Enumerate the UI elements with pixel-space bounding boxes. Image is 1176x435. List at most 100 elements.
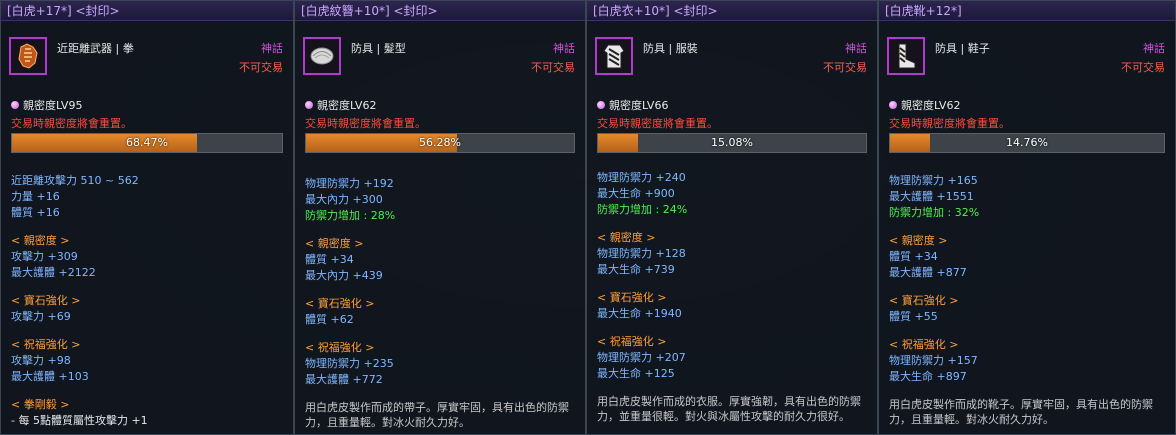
progress-text: 56.28%	[419, 136, 461, 149]
intimacy-icon	[305, 101, 313, 109]
base-stat: 物理防禦力 +165	[889, 174, 978, 187]
section-stat: 體質 +34	[305, 253, 354, 266]
section-header: < 拳剛毅 >	[11, 398, 70, 411]
item-tooltip-hairpiece: [白虎紋簪+10*] <封印> 防具 | 髮型 神話 不可交易 親密度LV62 …	[294, 0, 586, 435]
item-title: [白虎紋簪+10*] <封印>	[295, 1, 585, 21]
section-stat: 最大生命 +1940	[597, 307, 682, 320]
section-header: < 寶石強化 >	[889, 294, 959, 307]
item-description: 用白虎皮製作而成的靴子。厚實牢固，具有出色的防禦力，且重量輕。對冰火耐久力好。	[889, 398, 1153, 426]
section-stat: 物理防禦力 +157	[889, 354, 978, 367]
trade-status: 不可交易	[239, 61, 283, 74]
intimacy-text: 親密度LV66	[609, 99, 669, 112]
trade-status: 不可交易	[1121, 61, 1165, 74]
base-stat: 最大生命 +900	[597, 187, 675, 200]
item-type: 防具 | 服裝	[643, 42, 698, 55]
base-stat: 最大護體 +1551	[889, 190, 974, 203]
section-header: < 寶石強化 >	[305, 297, 375, 310]
section-stat: 最大護體 +2122	[11, 266, 96, 279]
section-stat: 最大護體 +103	[11, 370, 89, 383]
section-stat: 最大護體 +877	[889, 266, 967, 279]
progress-text: 14.76%	[1006, 136, 1048, 149]
item-description: 用白虎皮製作而成的衣服。厚實強韌，具有出色的防禦力，並重量很輕。對火與冰屬性攻擊…	[597, 395, 861, 423]
section-header: < 祝福強化 >	[11, 338, 81, 351]
intimacy-level: 親密度LV62	[305, 97, 376, 113]
section-stat: - 每 5點體質屬性攻擊力 +1	[11, 414, 148, 427]
section-stat: 最大生命 +897	[889, 370, 967, 383]
intimacy-icon	[889, 101, 897, 109]
defense-bonus: 防禦力增加 : 32%	[889, 206, 980, 219]
robe-armor-icon[interactable]	[595, 37, 633, 75]
section-header: < 祝福強化 >	[889, 338, 959, 351]
progress-text: 15.08%	[711, 136, 753, 149]
intimacy-progress-bar: 14.76%	[889, 133, 1165, 153]
item-tooltip-fist-weapon: [白虎+17*] <封印> 近距離武器 | 拳 神話 不可交易 親密度LV95 …	[0, 0, 294, 435]
fist-weapon-icon[interactable]	[9, 37, 47, 75]
reset-warning: 交易時親密度將會重置。	[305, 117, 426, 130]
item-grade: 神話	[261, 42, 283, 55]
item-grade: 神話	[845, 42, 867, 55]
defense-bonus: 防禦力增加 : 24%	[597, 203, 688, 216]
section-stat: 攻擊力 +309	[11, 250, 78, 263]
base-stat: 近距離攻擊力 510 ~ 562	[11, 174, 139, 187]
item-stats: 物理防禦力 +165 最大護體 +1551 防禦力增加 : 32% < 親密度 …	[889, 173, 1167, 427]
item-description: 用白虎皮製作而成的帶子。厚實牢固，具有出色的防禦力，且重量輕。對冰火耐久力好。	[305, 401, 569, 429]
intimacy-progress-bar: 56.28%	[305, 133, 575, 153]
section-stat: 體質 +34	[889, 250, 938, 263]
defense-bonus: 防禦力增加 : 28%	[305, 209, 396, 222]
section-stat: 最大生命 +739	[597, 263, 675, 276]
base-stat: 最大內力 +300	[305, 193, 383, 206]
reset-warning: 交易時親密度將會重置。	[11, 117, 132, 130]
section-header: < 親密度 >	[597, 231, 656, 244]
hairpiece-icon[interactable]	[303, 37, 341, 75]
item-grade: 神話	[553, 42, 575, 55]
section-stat: 最大生命 +125	[597, 367, 675, 380]
section-header: < 親密度 >	[305, 237, 364, 250]
reset-warning: 交易時親密度將會重置。	[597, 117, 718, 130]
base-stat: 物理防禦力 +240	[597, 171, 686, 184]
intimacy-text: 親密度LV62	[901, 99, 961, 112]
item-type: 近距離武器 | 拳	[57, 42, 134, 55]
section-stat: 物理防禦力 +128	[597, 247, 686, 260]
section-stat: 物理防禦力 +207	[597, 351, 686, 364]
intimacy-text: 親密度LV95	[23, 99, 83, 112]
section-stat: 物理防禦力 +235	[305, 357, 394, 370]
section-stat: 最大內力 +439	[305, 269, 383, 282]
section-header: < 祝福強化 >	[305, 341, 375, 354]
section-header: < 祝福強化 >	[597, 335, 667, 348]
section-header: < 親密度 >	[11, 234, 70, 247]
item-grade: 神話	[1143, 42, 1165, 55]
intimacy-level: 親密度LV95	[11, 97, 82, 113]
item-tooltip-boots: [白虎靴+12*] 防具 | 鞋子 神話 不可交易 親密度LV62 交易時親密度…	[878, 0, 1176, 435]
intimacy-icon	[597, 101, 605, 109]
item-title: [白虎衣+10*] <封印>	[587, 1, 877, 21]
item-tooltip-robe: [白虎衣+10*] <封印> 防具 | 服裝 神話 不可交易 親密度LV66 交…	[586, 0, 878, 435]
base-stat: 力量 +16	[11, 190, 60, 203]
item-stats: 物理防禦力 +192 最大內力 +300 防禦力增加 : 28% < 親密度 >…	[305, 176, 577, 430]
section-stat: 攻擊力 +69	[11, 310, 71, 323]
section-stat: 體質 +55	[889, 310, 938, 323]
section-stat: 體質 +62	[305, 313, 354, 326]
reset-warning: 交易時親密度將會重置。	[889, 117, 1010, 130]
intimacy-progress-bar: 68.47%	[11, 133, 283, 153]
base-stat: 體質 +16	[11, 206, 60, 219]
section-header: < 親密度 >	[889, 234, 948, 247]
section-stat: 最大護體 +772	[305, 373, 383, 386]
item-title: [白虎靴+12*]	[879, 1, 1175, 21]
base-stat: 物理防禦力 +192	[305, 177, 394, 190]
item-stats: 近距離攻擊力 510 ~ 562 力量 +16 體質 +16 < 親密度 > 攻…	[11, 173, 285, 429]
section-header: < 寶石強化 >	[597, 291, 667, 304]
item-stats: 物理防禦力 +240 最大生命 +900 防禦力增加 : 24% < 親密度 >…	[597, 170, 869, 424]
section-stat: 攻擊力 +98	[11, 354, 71, 367]
item-type: 防具 | 髮型	[351, 42, 406, 55]
item-type: 防具 | 鞋子	[935, 42, 990, 55]
intimacy-level: 親密度LV66	[597, 97, 668, 113]
trade-status: 不可交易	[531, 61, 575, 74]
intimacy-icon	[11, 101, 19, 109]
item-title: [白虎+17*] <封印>	[1, 1, 293, 21]
intimacy-text: 親密度LV62	[317, 99, 377, 112]
progress-text: 68.47%	[126, 136, 168, 149]
intimacy-progress-bar: 15.08%	[597, 133, 867, 153]
boots-icon[interactable]	[887, 37, 925, 75]
trade-status: 不可交易	[823, 61, 867, 74]
intimacy-level: 親密度LV62	[889, 97, 960, 113]
